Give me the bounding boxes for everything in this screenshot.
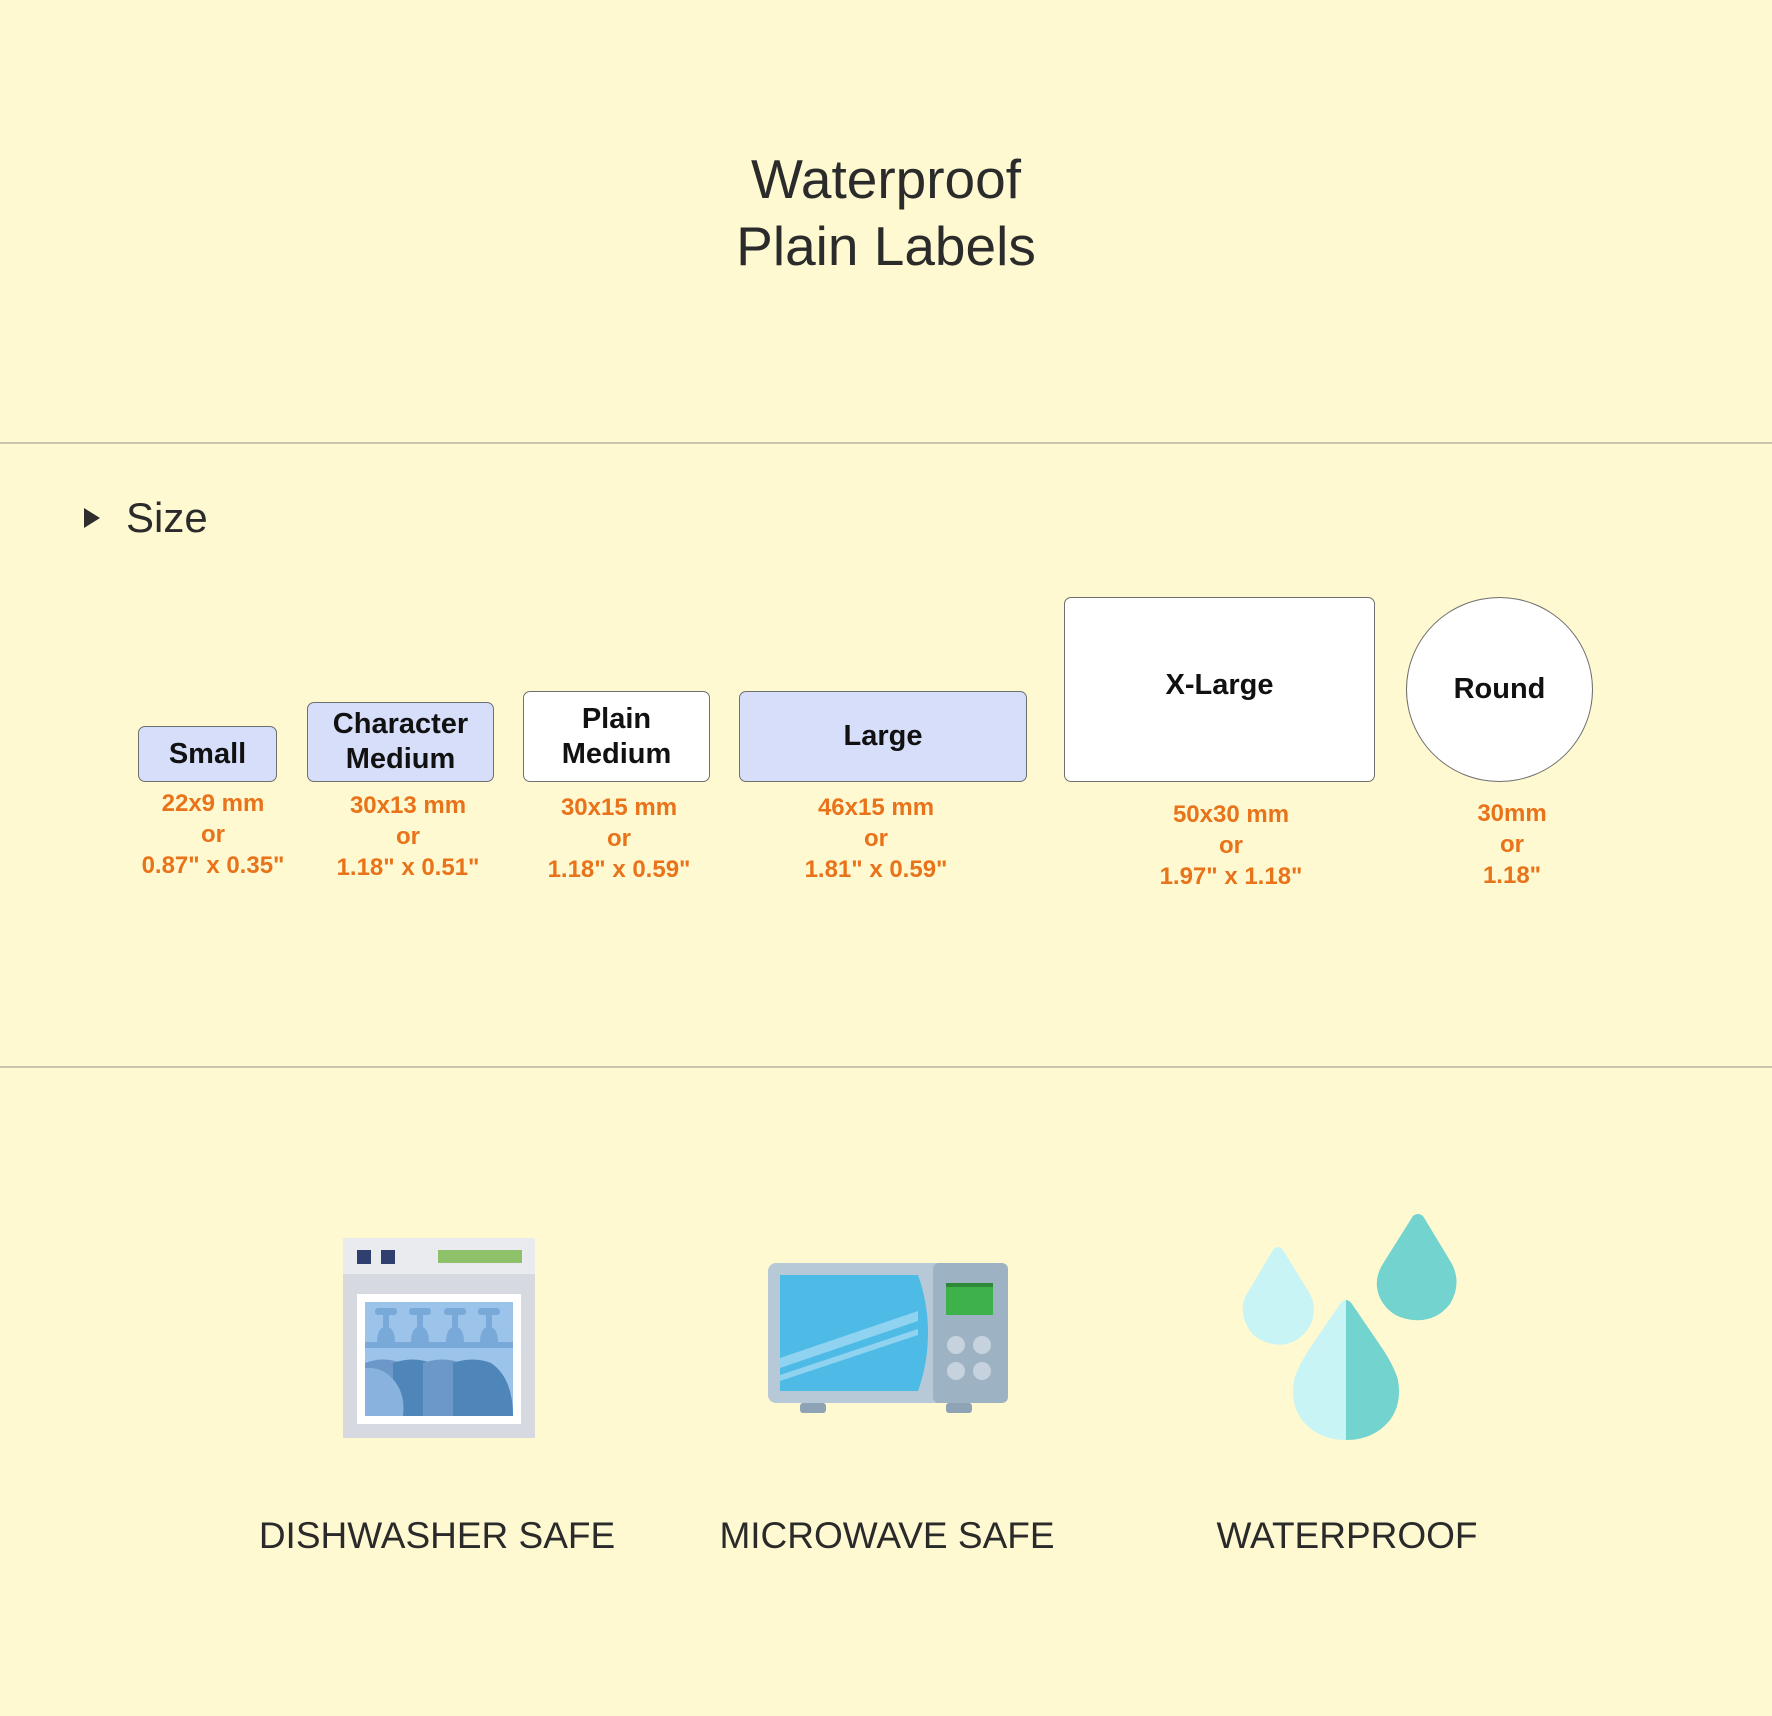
dims-round-metric: 30mm — [1477, 800, 1547, 827]
dishwasher-icon — [343, 1238, 535, 1438]
page-title: Waterproof Plain Labels — [0, 146, 1772, 280]
label-plain-medium-line1: Plain — [581, 702, 652, 735]
label-round: Round — [1406, 597, 1593, 782]
dims-x-large: 50x30 mm or 1.97" x 1.18" — [1131, 799, 1331, 892]
title-line-2: Plain Labels — [736, 215, 1036, 277]
label-character-medium: Character Medium — [307, 702, 494, 782]
triangle-right-icon — [84, 508, 100, 528]
dims-round: 30mm or 1.18" — [1437, 798, 1587, 891]
label-large: Large — [739, 691, 1027, 782]
label-x-large-text: X-Large — [1165, 669, 1274, 701]
dims-plain-medium-or: or — [607, 825, 631, 852]
dims-large-metric: 46x15 mm — [817, 794, 935, 821]
label-plain-medium-line2: Medium — [561, 737, 672, 770]
dims-character-medium-imperial: 1.18" x 0.51" — [336, 854, 480, 881]
divider-top — [0, 442, 1772, 444]
dims-large-imperial: 1.81" x 0.59" — [804, 856, 948, 883]
size-section-toggle[interactable]: Size — [84, 494, 208, 542]
feature-label-microwave: MICROWAVE SAFE — [719, 1515, 1055, 1556]
dims-plain-medium-imperial: 1.18" x 0.59" — [547, 856, 691, 883]
dims-x-large-imperial: 1.97" x 1.18" — [1159, 863, 1303, 890]
divider-bottom — [0, 1066, 1772, 1068]
size-heading: Size — [126, 494, 208, 541]
label-plain-medium: Plain Medium — [523, 691, 710, 782]
dims-plain-medium-metric: 30x15 mm — [560, 794, 678, 821]
water-drops-icon — [1238, 1214, 1458, 1440]
dims-small: 22x9 mm or 0.87" x 0.35" — [118, 788, 308, 881]
label-character-medium-line2: Medium — [345, 743, 456, 775]
label-character-medium-line1: Character — [332, 708, 469, 740]
dims-character-medium-metric: 30x13 mm — [349, 792, 467, 819]
microwave-icon — [768, 1263, 1008, 1415]
dims-small-metric: 22x9 mm — [161, 790, 265, 817]
dims-large: 46x15 mm or 1.81" x 0.59" — [781, 792, 971, 885]
label-large-text: Large — [843, 720, 923, 752]
dims-character-medium: 30x13 mm or 1.18" x 0.51" — [313, 790, 503, 883]
label-round-text: Round — [1453, 673, 1546, 705]
dims-round-or: or — [1500, 831, 1524, 858]
feature-label-waterproof: WATERPROOF — [1216, 1515, 1478, 1556]
title-line-1: Waterproof — [750, 148, 1021, 210]
dims-large-or: or — [864, 825, 888, 852]
dims-small-imperial: 0.87" x 0.35" — [141, 852, 285, 879]
dims-small-or: or — [201, 821, 225, 848]
dims-character-medium-or: or — [396, 823, 420, 850]
dims-round-imperial: 1.18" — [1482, 862, 1542, 889]
dims-plain-medium: 30x15 mm or 1.18" x 0.59" — [524, 792, 714, 885]
feature-label-dishwasher: DISHWASHER SAFE — [258, 1515, 616, 1556]
label-small-text: Small — [168, 737, 247, 770]
label-x-large: X-Large — [1064, 597, 1375, 782]
dims-x-large-metric: 50x30 mm — [1172, 801, 1290, 828]
label-small: Small — [138, 726, 277, 782]
dims-x-large-or: or — [1219, 832, 1243, 859]
